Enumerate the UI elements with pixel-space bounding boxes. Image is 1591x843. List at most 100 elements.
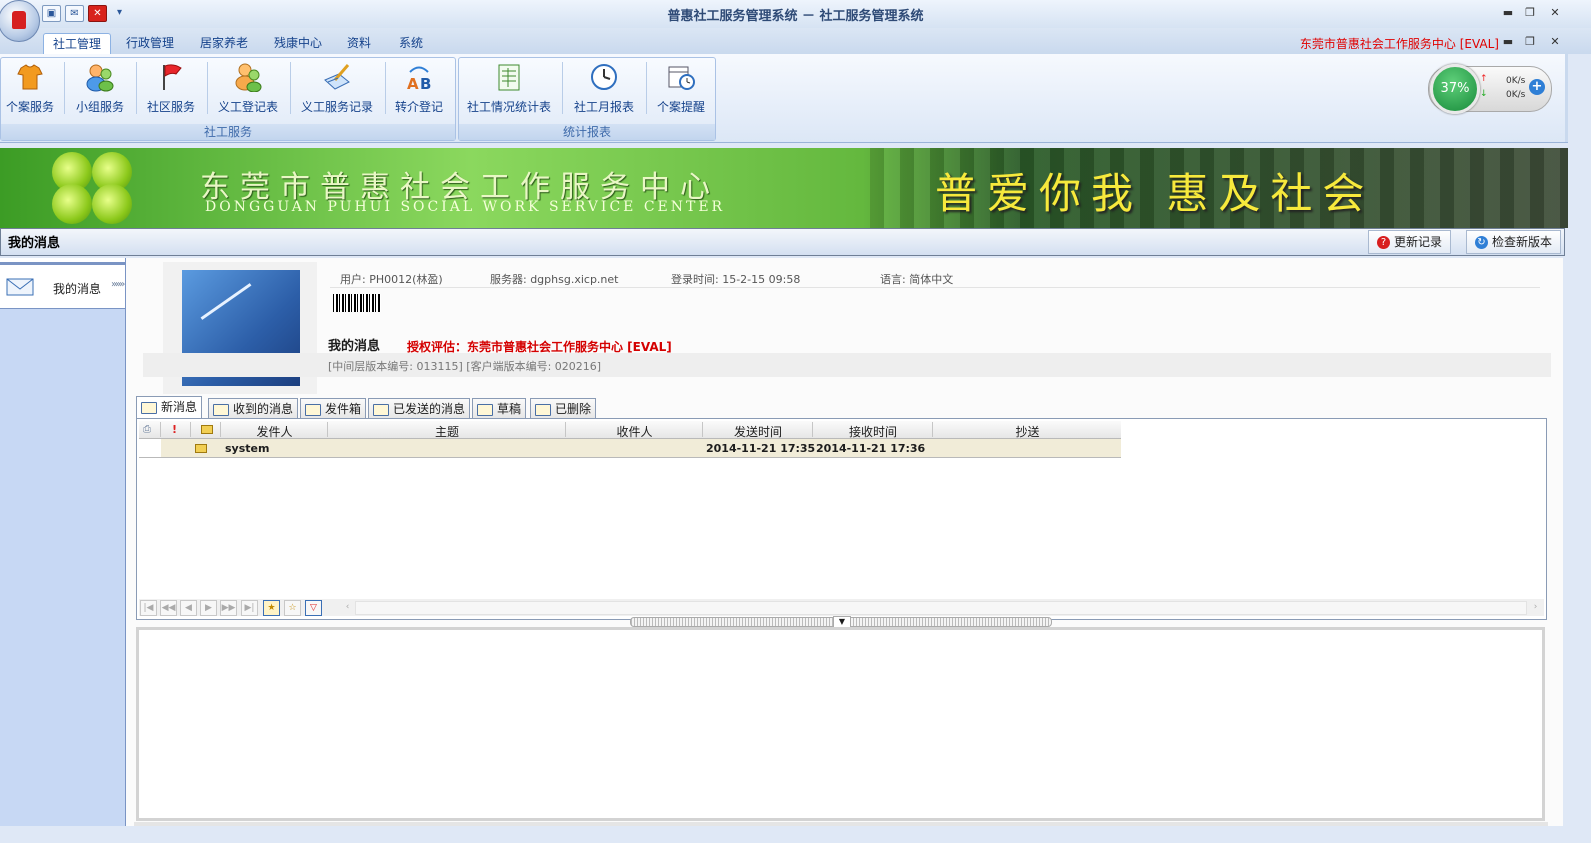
- tab-materials[interactable]: 资料: [338, 33, 380, 54]
- tab-label: 收到的消息: [233, 402, 294, 416]
- monthly-report-button[interactable]: 社工月报表: [568, 60, 640, 116]
- eval-org-title: 东莞市普惠社会工作服务中心 [EVAL]: [1299, 37, 1499, 51]
- separator: [207, 62, 208, 114]
- page-header-bar: [0, 228, 1565, 256]
- case-reminder-button[interactable]: 个案提醒: [652, 60, 710, 116]
- prev-page-icon[interactable]: ◀◀: [160, 600, 177, 616]
- tab-outbox[interactable]: 发件箱: [300, 398, 367, 420]
- login-time-field: 登录时间: 15-2-15 09:58: [671, 273, 801, 286]
- restore-button[interactable]: ❐: [1520, 6, 1540, 19]
- prev-record-icon[interactable]: ◀: [180, 600, 197, 616]
- tab-label: 发件箱: [325, 402, 362, 416]
- upload-speed: 0K/s: [1506, 76, 1526, 86]
- community-service-button[interactable]: 社区服务: [143, 60, 199, 116]
- outbox-icon: [305, 403, 321, 416]
- tab-label: 草稿: [497, 402, 522, 416]
- last-page-icon[interactable]: ▶|: [241, 600, 258, 616]
- column-header-recipient[interactable]: 收件人: [567, 423, 702, 440]
- separator: [562, 62, 563, 114]
- button-label: 义工登记表: [217, 100, 278, 114]
- table-row[interactable]: [139, 439, 1121, 458]
- plus-icon[interactable]: +: [1529, 79, 1545, 95]
- inner-restore-button[interactable]: ❐: [1520, 35, 1540, 48]
- memory-usage-percent[interactable]: 37%: [1430, 64, 1480, 114]
- envelope-icon: [6, 278, 34, 299]
- minimize-button[interactable]: ▬: [1498, 6, 1518, 19]
- server-field: 服务器: dgphsg.xicp.net: [490, 273, 619, 286]
- clock-icon: [589, 62, 619, 92]
- case-service-button[interactable]: 个案服务: [4, 60, 56, 116]
- volunteer-service-record-button[interactable]: 义工服务记录: [297, 60, 377, 116]
- column-separator: [932, 422, 933, 437]
- tab-new-messages[interactable]: 新消息: [136, 396, 203, 420]
- column-separator: [812, 422, 813, 437]
- button-label: 个案服务: [5, 100, 54, 114]
- horizontal-scrollbar[interactable]: [355, 601, 1527, 615]
- left-nav-panel: [0, 258, 126, 826]
- next-record-icon[interactable]: ▶: [200, 600, 217, 616]
- column-header-sent-time[interactable]: 发送时间: [704, 423, 812, 440]
- scroll-right-icon[interactable]: ›: [1528, 600, 1543, 614]
- group-users-icon: [85, 62, 115, 92]
- envelope-icon: [141, 401, 157, 414]
- importance-icon[interactable]: !: [172, 423, 177, 436]
- row-indicator: [139, 439, 161, 457]
- column-header-cc[interactable]: 抄送: [934, 423, 1121, 440]
- button-label: 义工服务记录: [300, 100, 373, 114]
- tab-rehab-center[interactable]: 残康中心: [265, 33, 331, 54]
- referral-register-button[interactable]: AB 转介登记: [391, 60, 447, 116]
- barcode-icon: [333, 294, 381, 312]
- separator: [290, 62, 291, 114]
- tab-system[interactable]: 系统: [390, 33, 432, 54]
- spreadsheet-icon: [494, 62, 524, 92]
- bookmark-icon[interactable]: ★: [263, 600, 280, 616]
- column-header-sender[interactable]: 发件人: [222, 423, 327, 440]
- section-title: 我的消息: [328, 339, 381, 354]
- close-button[interactable]: ✕: [1545, 6, 1565, 19]
- tab-administration[interactable]: 行政管理: [117, 33, 183, 54]
- bookmark-goto-icon[interactable]: ☆: [284, 600, 301, 616]
- column-separator: [160, 422, 161, 437]
- tab-label: 新消息: [161, 400, 198, 414]
- help-icon: ?: [1377, 236, 1390, 249]
- trash-icon: [535, 403, 551, 416]
- inner-close-button[interactable]: ✕: [1545, 35, 1565, 48]
- column-header-received-time[interactable]: 接收时间: [814, 423, 932, 440]
- check-version-button[interactable]: ↻ 检查新版本: [1466, 230, 1562, 254]
- scroll-left-icon[interactable]: ‹: [340, 600, 355, 614]
- update-log-label: 更新记录: [1394, 235, 1443, 249]
- column-separator: [220, 422, 221, 437]
- filter-icon[interactable]: ▽: [305, 600, 322, 616]
- inner-minimize-button[interactable]: ▬: [1498, 35, 1518, 48]
- social-work-stats-button[interactable]: 社工情况统计表: [464, 60, 554, 116]
- tab-social-work[interactable]: 社工管理: [43, 33, 112, 55]
- read-status-icon[interactable]: [201, 425, 213, 434]
- priority-icon[interactable]: ⎙: [143, 424, 151, 435]
- next-page-icon[interactable]: ▶▶: [220, 600, 237, 616]
- volunteer-register-button[interactable]: 义工登记表: [214, 60, 282, 116]
- button-label: 社区服务: [146, 100, 195, 114]
- tab-sent-messages[interactable]: 已发送的消息: [368, 398, 471, 420]
- update-log-button[interactable]: ? 更新记录: [1368, 230, 1452, 254]
- nav-item-label: 我的消息: [53, 282, 102, 296]
- volunteers-icon: [233, 62, 263, 93]
- svg-text:B: B: [420, 75, 431, 92]
- application-menu-button[interactable]: [0, 0, 40, 42]
- tab-home-care[interactable]: 居家养老: [191, 33, 257, 54]
- separator: [64, 62, 65, 114]
- folder-icon: [213, 403, 229, 416]
- tab-drafts[interactable]: 草稿: [472, 398, 527, 420]
- cell-received-time: 2014-11-21 17:36: [816, 442, 926, 455]
- group-service-button[interactable]: 小组服务: [72, 60, 128, 116]
- column-header-subject[interactable]: 主题: [329, 423, 565, 440]
- chevrons-right-icon: »»»: [111, 279, 125, 290]
- tab-deleted[interactable]: 已删除: [530, 398, 597, 420]
- unread-envelope-icon: [195, 444, 207, 453]
- message-preview-pane[interactable]: [136, 627, 1545, 821]
- first-page-icon[interactable]: |◀: [140, 600, 157, 616]
- clover-logo: [40, 152, 170, 224]
- tab-received-messages[interactable]: 收到的消息: [208, 398, 299, 420]
- column-separator: [702, 422, 703, 437]
- banner-org-name-en: DONGGUAN PUHUI SOCIAL WORK SERVICE CENTE…: [205, 199, 726, 215]
- page-title: 我的消息: [8, 236, 61, 251]
